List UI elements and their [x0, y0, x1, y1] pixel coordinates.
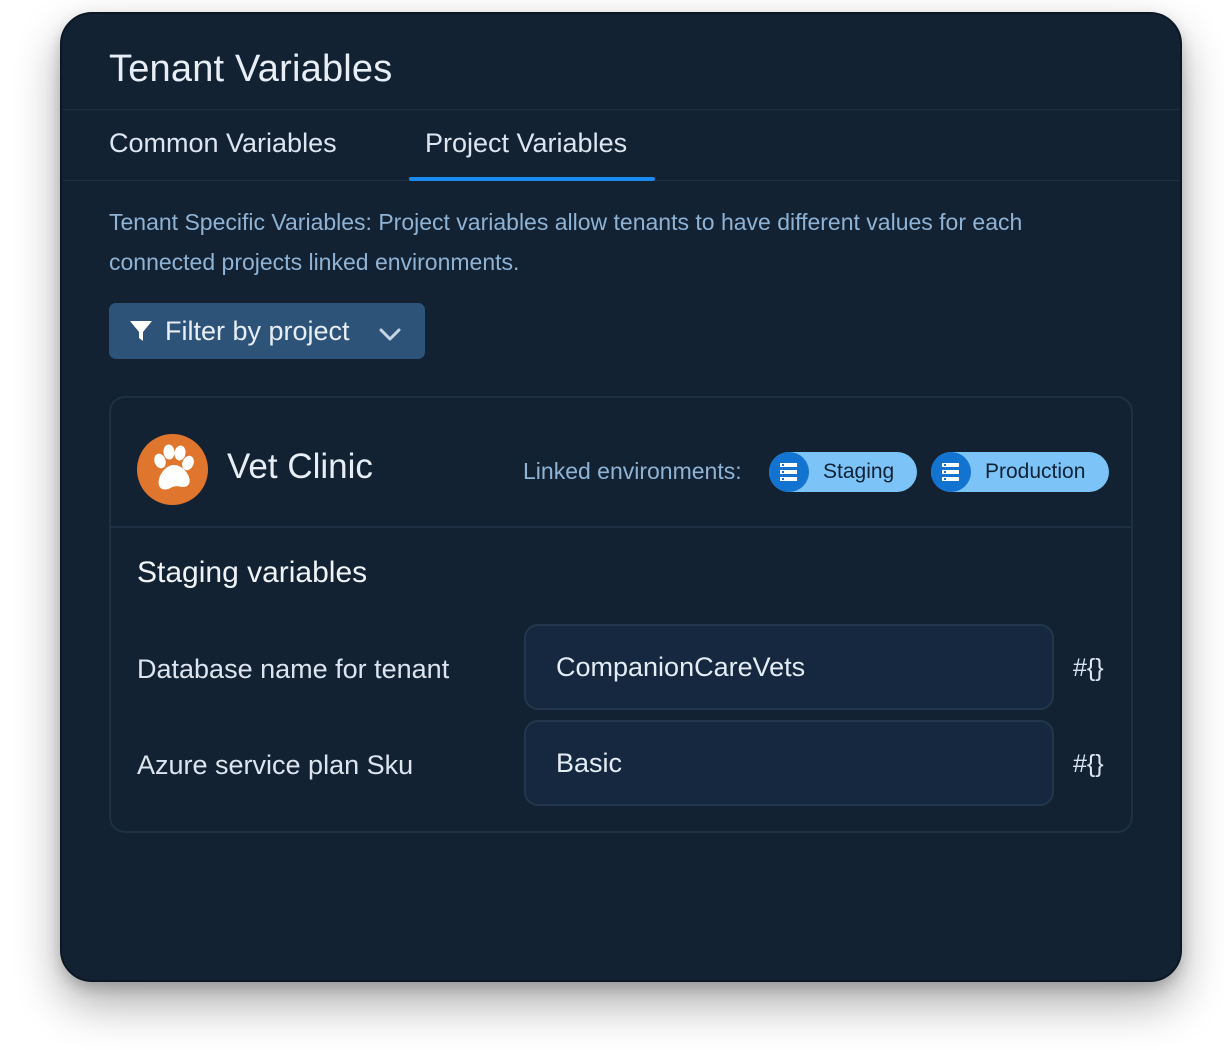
active-tab-indicator: [409, 177, 655, 181]
variable-label-database-name: Database name for tenant: [137, 654, 450, 684]
insert-variable-button[interactable]: #{}: [1073, 654, 1104, 683]
variable-input-service-plan[interactable]: [524, 720, 1054, 806]
tenant-variables-panel: Tenant Variables Common Variables Projec…: [60, 12, 1182, 982]
tab-common-variables[interactable]: Common Variables: [109, 128, 337, 179]
filter-by-project-button[interactable]: Filter by project: [109, 303, 425, 359]
environment-icon: [769, 452, 809, 492]
page-title: Tenant Variables: [109, 48, 393, 90]
filter-icon: [130, 321, 152, 341]
linked-environments-label: Linked environments:: [523, 458, 742, 484]
chevron-down-icon: [379, 328, 401, 341]
project-card: Vet Clinic Linked environments: Staging: [109, 396, 1133, 833]
variable-label-service-plan: Azure service plan Sku: [137, 750, 414, 780]
section-title: Staging variables: [137, 556, 368, 589]
environment-icon: [931, 452, 971, 492]
card-header-divider: [111, 526, 1131, 528]
paw-icon: [154, 444, 194, 490]
variable-input-database-name[interactable]: [524, 624, 1054, 710]
tab-project-variables[interactable]: Project Variables: [425, 128, 627, 179]
environment-chip-production[interactable]: Production: [931, 452, 1109, 492]
project-name: Vet Clinic: [227, 447, 373, 486]
filter-label: Filter by project: [165, 316, 350, 346]
project-avatar: [137, 434, 208, 505]
environment-chip-label: Production: [985, 460, 1086, 483]
environment-chip-staging[interactable]: Staging: [769, 452, 917, 492]
environment-chip-label: Staging: [823, 460, 895, 483]
tab-bar: Common Variables Project Variables: [62, 110, 1180, 181]
insert-variable-button[interactable]: #{}: [1073, 750, 1104, 779]
description-text: Tenant Specific Variables: Project varia…: [109, 209, 1023, 275]
